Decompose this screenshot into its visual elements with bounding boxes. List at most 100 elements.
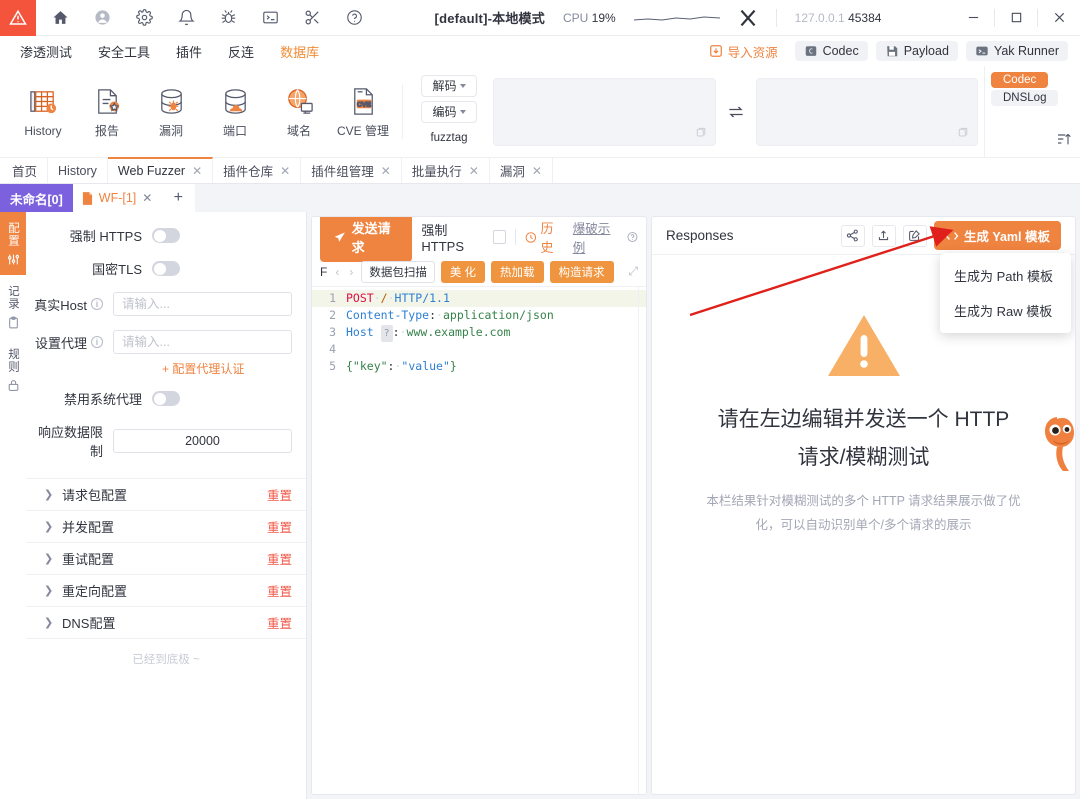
input-proxy[interactable] (113, 330, 292, 354)
server-address: 127.0.0.1 45384 (795, 11, 882, 25)
proxy-auth-link[interactable]: + 配置代理认证 (162, 360, 292, 377)
close-icon[interactable]: ✕ (280, 164, 290, 178)
close-icon[interactable]: ✕ (469, 164, 479, 178)
maximize-button[interactable] (995, 0, 1037, 36)
yak-runner-button[interactable]: Yak Runner (965, 41, 1068, 61)
toolbar-item-report[interactable]: 报告 (76, 84, 138, 139)
input-real-host[interactable] (113, 292, 292, 316)
import-resource-button[interactable]: 导入资源 (700, 39, 787, 64)
encode-dropdown-button[interactable]: 编码 (421, 100, 477, 123)
close-button[interactable] (1038, 0, 1080, 36)
sort-asc-icon[interactable] (1056, 131, 1072, 147)
close-icon[interactable]: ✕ (142, 191, 152, 205)
toggle-disable-sys-proxy[interactable] (152, 391, 180, 406)
share-icon[interactable] (840, 224, 865, 247)
fuzztag-button[interactable]: fuzztag (421, 126, 477, 149)
editor-scrollbar[interactable] (638, 287, 646, 794)
dropdown-item-raw-template[interactable]: 生成为 Raw 模板 (940, 293, 1071, 328)
history-link[interactable]: 历史 (525, 218, 564, 256)
menu-item-reverse[interactable]: 反连 (216, 39, 266, 64)
minimize-button[interactable] (952, 0, 994, 36)
menu-item-security-tools[interactable]: 安全工具 (86, 39, 162, 64)
brute-demo-link[interactable]: 爆破示例 (573, 218, 618, 256)
reset-button[interactable]: 重置 (267, 485, 292, 504)
close-icon[interactable]: ✕ (532, 164, 542, 178)
send-request-button[interactable]: 发送请求 (320, 217, 413, 262)
fuzz-badge[interactable]: ? (380, 325, 393, 342)
help-icon[interactable] (344, 8, 364, 28)
tab-home[interactable]: 首页 (2, 158, 49, 183)
codec-button[interactable]: C Codec (794, 41, 868, 61)
codec-input-box[interactable] (493, 77, 716, 146)
terminal-icon[interactable] (260, 8, 280, 28)
subtab-group-untitled[interactable]: 未命名[0] (0, 184, 73, 212)
swap-icon[interactable] (726, 102, 746, 122)
packet-scan-button[interactable]: 数据包扫描 (361, 260, 435, 283)
toggle-force-https[interactable] (152, 228, 180, 243)
tab-plugin-group[interactable]: 插件组管理 ✕ (301, 158, 402, 183)
edit-square-icon[interactable] (902, 224, 927, 247)
reset-button[interactable]: 重置 (267, 549, 292, 568)
gear-icon[interactable] (134, 8, 154, 28)
input-resp-limit[interactable] (113, 429, 292, 453)
bell-icon[interactable] (176, 8, 196, 28)
payload-button[interactable]: Payload (875, 41, 958, 61)
menu-item-database[interactable]: 数据库 (268, 39, 331, 64)
copy-icon[interactable] (695, 127, 707, 139)
subtab-wf-1[interactable]: WF-[1] ✕ (72, 184, 162, 212)
bug-icon[interactable] (218, 8, 238, 28)
hot-reload-button[interactable]: 热加载 (491, 260, 544, 283)
tab-codec[interactable]: Codec (991, 72, 1049, 88)
tab-web-fuzzer[interactable]: Web Fuzzer ✕ (107, 157, 214, 183)
toggle-gm-tls[interactable] (152, 261, 180, 276)
encode-label: 编码 (432, 105, 457, 119)
info-icon[interactable]: i (91, 336, 103, 348)
toolbar-item-port[interactable]: 端口 (204, 84, 266, 139)
toolbar-item-vuln[interactable]: 漏洞 (140, 84, 202, 139)
menu-item-pentest[interactable]: 渗透测试 (8, 39, 84, 64)
reset-button[interactable]: 重置 (267, 581, 292, 600)
codec-output-box[interactable] (755, 77, 978, 146)
toolbar-item-domain[interactable]: 域名 (268, 84, 330, 139)
generate-yaml-button[interactable]: 生成 Yaml 模板 (933, 221, 1061, 250)
tab-history[interactable]: History (48, 158, 108, 183)
tab-plugin-store[interactable]: 插件仓库 ✕ (213, 158, 302, 183)
info-icon[interactable]: i (91, 298, 103, 310)
upload-icon[interactable] (871, 224, 896, 247)
accordion-redirect-config[interactable]: ❯ 重定向配置 重置 (26, 575, 306, 607)
accordion-retry-config[interactable]: ❯ 重试配置 重置 (26, 543, 306, 575)
build-request-button[interactable]: 构造请求 (549, 260, 614, 283)
expand-icon[interactable]: ⤢ (628, 264, 638, 279)
accordion-request-config[interactable]: ❯ 请求包配置 重置 (26, 479, 306, 511)
accordion-dns-config[interactable]: ❯ DNS配置 重置 (26, 607, 306, 639)
tab-vuln[interactable]: 漏洞 ✕ (490, 158, 553, 183)
toolbar-item-cve[interactable]: CVE CVE 管理 (332, 84, 394, 139)
rail-item-records[interactable]: 记录 (0, 275, 26, 338)
close-icon[interactable]: ✕ (381, 164, 391, 178)
toolbar-item-history[interactable]: History (12, 86, 74, 138)
question-icon[interactable] (627, 231, 638, 243)
dropdown-item-path-template[interactable]: 生成为 Path 模板 (940, 258, 1071, 293)
yak-logo-icon (740, 9, 756, 26)
rail-item-rules[interactable]: 规则 (0, 338, 26, 401)
force-https-checkbox-row[interactable]: 强制 HTTPS (421, 220, 506, 254)
reset-button[interactable]: 重置 (267, 613, 292, 632)
request-code-editor[interactable]: 1 POST·/·HTTP/1.1 2 Content-Type:·applic… (312, 287, 646, 794)
add-subtab-button[interactable]: + (161, 184, 196, 212)
tab-batch-exec[interactable]: 批量执行 ✕ (402, 158, 490, 183)
prev-button[interactable]: ‹ (333, 265, 341, 279)
tab-dnslog[interactable]: DNSLog (991, 90, 1059, 106)
reset-button[interactable]: 重置 (267, 517, 292, 536)
close-icon[interactable]: ✕ (192, 164, 202, 178)
force-https-checkbox[interactable] (493, 230, 506, 244)
beautify-button[interactable]: 美 化 (440, 260, 486, 283)
next-button[interactable]: › (347, 265, 355, 279)
accordion-concurrency-config[interactable]: ❯ 并发配置 重置 (26, 511, 306, 543)
menu-item-plugins[interactable]: 插件 (164, 39, 214, 64)
copy-icon[interactable] (957, 127, 969, 139)
decode-dropdown-button[interactable]: 解码 (421, 74, 477, 97)
rail-item-config[interactable]: 配置 (0, 212, 26, 275)
user-icon[interactable] (92, 8, 112, 28)
tools-icon[interactable] (302, 8, 322, 28)
home-icon[interactable] (50, 8, 70, 28)
